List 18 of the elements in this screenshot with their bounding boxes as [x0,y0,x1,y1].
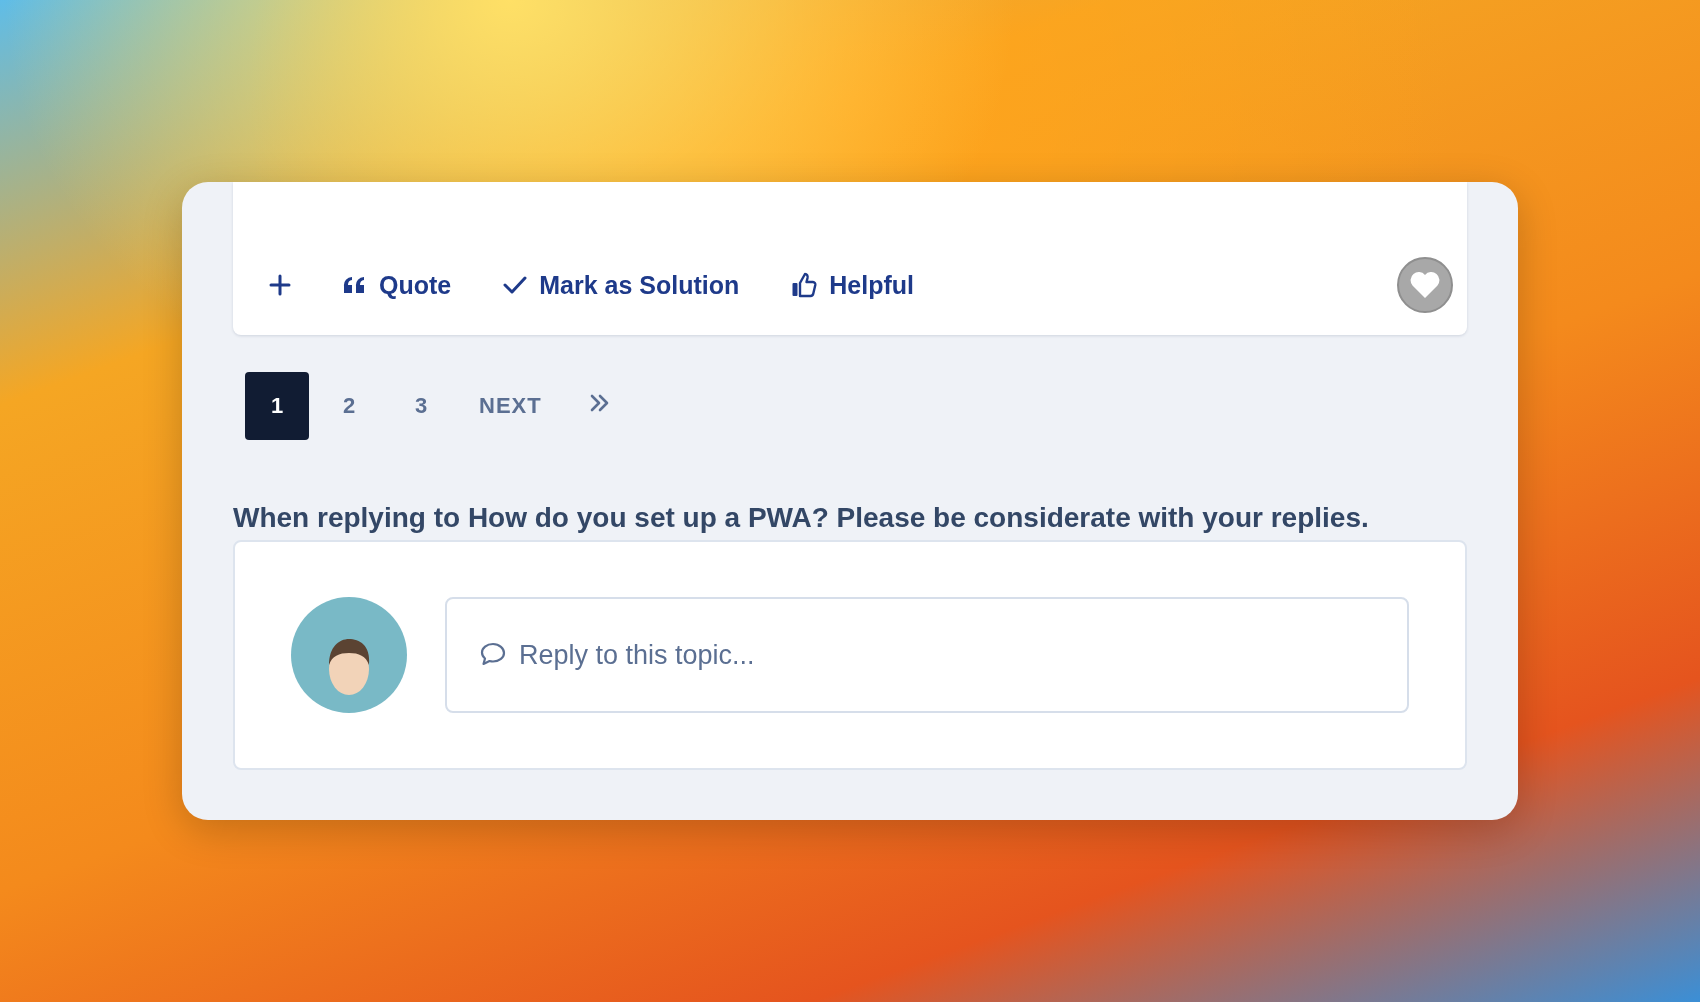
quote-button[interactable]: Quote [343,270,452,300]
next-page-button[interactable]: NEXT [469,372,552,440]
double-chevron-right-icon [588,393,611,413]
reply-heading: When replying to How do you set up a PWA? Please be considerate with your replies. [233,502,1370,534]
like-button[interactable] [1397,257,1453,313]
speech-bubble-icon [479,641,507,667]
helpful-button[interactable]: Helpful [791,270,914,300]
page-button[interactable]: 3 [389,372,453,440]
page-button[interactable]: 1 [245,372,309,440]
mark-solution-button[interactable]: Mark as Solution [503,270,740,300]
page-button[interactable]: 2 [317,372,381,440]
heart-icon [1409,271,1441,299]
thumbs-up-icon [791,272,818,298]
checkmark-icon [503,275,528,295]
reply-input-field[interactable]: Reply to this topic... [445,597,1409,713]
quote-icon [343,276,367,294]
add-button[interactable] [269,274,291,296]
plus-icon [269,274,291,296]
